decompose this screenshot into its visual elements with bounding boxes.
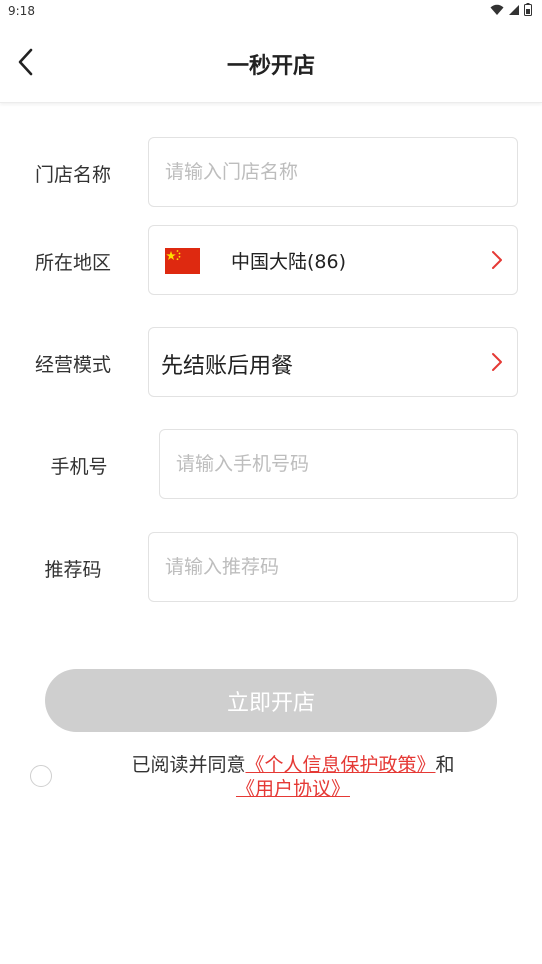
region-selector[interactable]: 中国大陆(86)	[148, 225, 518, 295]
open-store-button[interactable]: 立即开店	[45, 669, 497, 732]
store-name-field	[148, 137, 518, 207]
phone-field	[159, 429, 518, 499]
phone-input[interactable]	[160, 430, 517, 498]
agreement-prefix: 已阅读并同意	[131, 754, 246, 776]
header: 一秒开店	[0, 24, 542, 103]
agreement-and: 和	[435, 754, 455, 776]
mode-value: 先结账后用餐	[161, 354, 294, 379]
page-title: 一秒开店	[226, 54, 315, 79]
referral-label: 推荐码	[44, 559, 102, 581]
mode-selector[interactable]: 先结账后用餐	[148, 327, 518, 397]
status-icons	[490, 3, 532, 16]
signal-icon	[508, 4, 520, 16]
agree-checkbox[interactable]	[30, 765, 52, 787]
region-value: 中国大陆(86)	[231, 251, 347, 273]
status-bar: 9:18	[0, 0, 542, 24]
wifi-icon	[490, 4, 504, 16]
store-name-label: 门店名称	[34, 164, 111, 186]
status-time: 9:18	[8, 4, 35, 18]
store-name-input[interactable]	[149, 138, 517, 206]
phone-label: 手机号	[50, 456, 108, 478]
china-flag-icon	[165, 248, 200, 274]
referral-field	[148, 532, 518, 602]
agreement-text: 已阅读并同意《个人信息保护政策》和《用户协议》	[78, 753, 508, 801]
mode-label: 经营模式	[34, 354, 111, 376]
chevron-right-icon	[492, 251, 502, 269]
privacy-policy-link[interactable]: 《个人信息保护政策》	[245, 754, 435, 776]
referral-input[interactable]	[149, 533, 517, 601]
battery-icon	[524, 3, 532, 16]
user-agreement-link[interactable]: 《用户协议》	[236, 778, 350, 800]
chevron-right-icon	[492, 353, 502, 371]
region-label: 所在地区	[34, 252, 111, 274]
